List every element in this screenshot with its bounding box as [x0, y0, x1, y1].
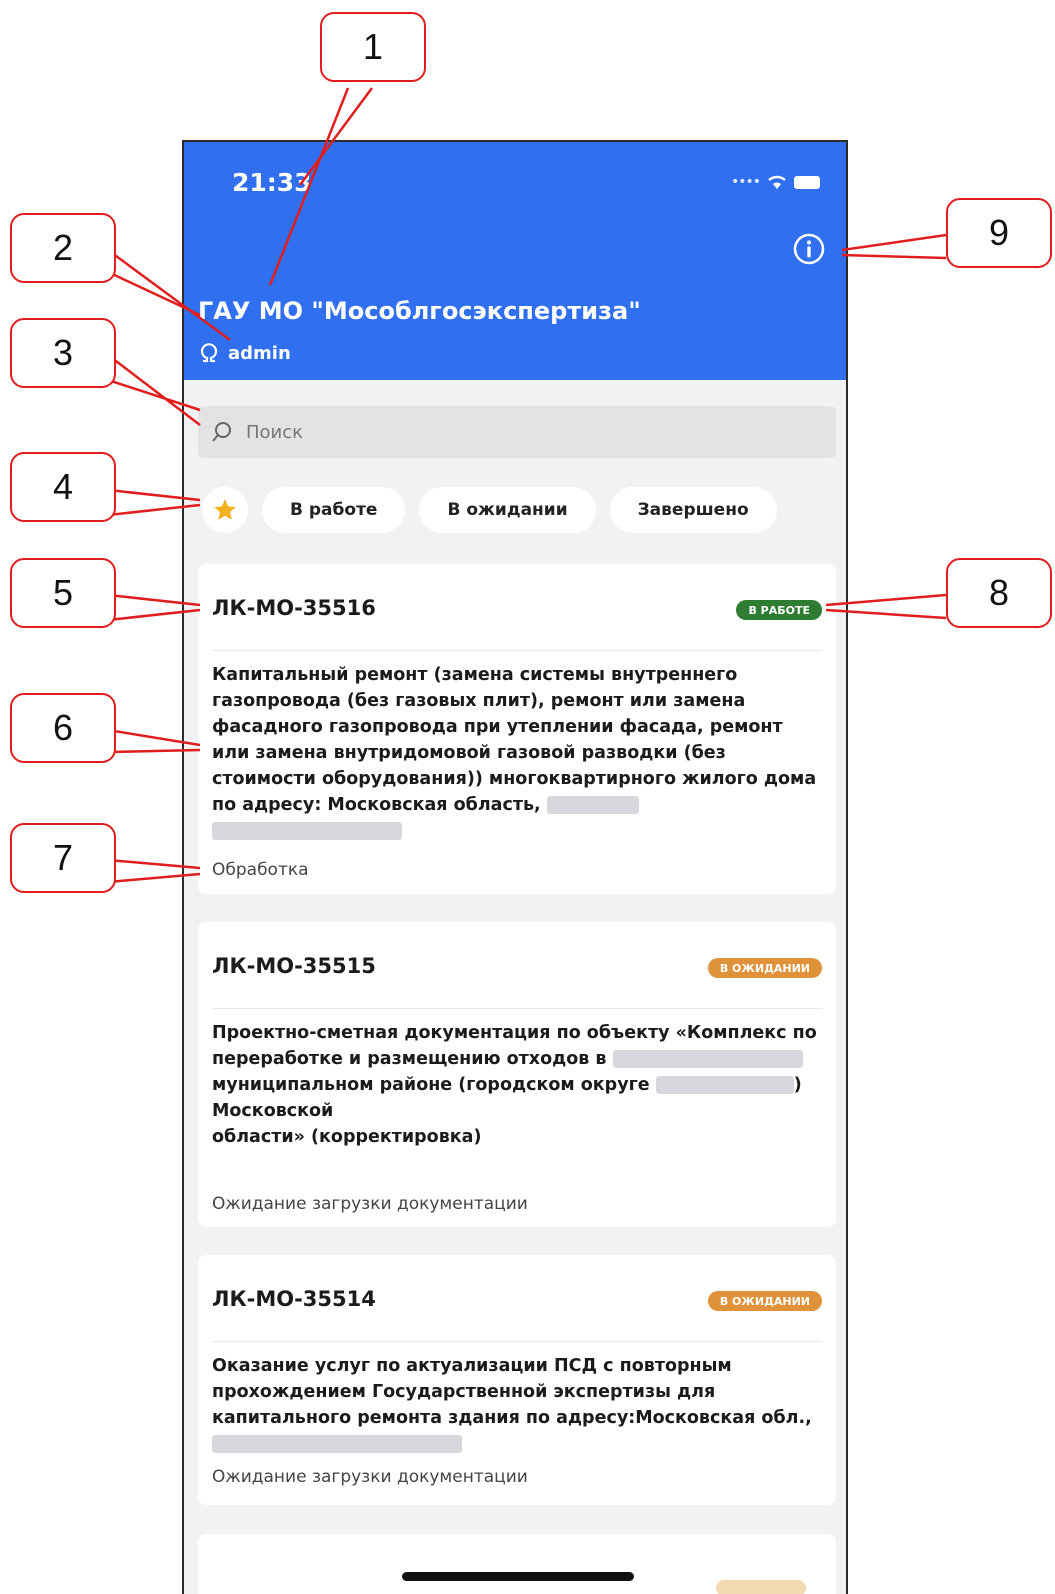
search-icon [212, 422, 231, 442]
request-state: Ожидание загрузки документации [212, 1194, 528, 1214]
filter-completed[interactable]: Завершено [609, 487, 777, 533]
request-description: Капитальный ремонт (замена системы внутр… [212, 662, 822, 844]
status-badge: В ОЖИДАНИИ [707, 958, 822, 978]
divider [212, 1008, 822, 1009]
description-text: муниципальном районе (городском округе [212, 1075, 650, 1095]
divider [212, 1341, 822, 1342]
redacted-text [546, 796, 639, 814]
callout-4: 4 [10, 452, 116, 522]
status-icons: •••• [731, 174, 820, 190]
status-badge: В РАБОТЕ [736, 600, 822, 620]
callout-8: 8 [946, 558, 1052, 628]
home-indicator[interactable] [402, 1572, 634, 1581]
request-card[interactable]: ЛК-МО-35514 В ОЖИДАНИИ Оказание услуг по… [198, 1255, 836, 1505]
battery-icon [794, 175, 820, 189]
description-text: Капитальный ремонт (замена системы внутр… [212, 665, 817, 815]
callout-3: 3 [10, 318, 116, 388]
request-state: Обработка [212, 860, 309, 880]
divider [212, 650, 822, 651]
request-card[interactable]: ЛК-МО-35516 В РАБОТЕ Капитальный ремонт … [198, 564, 836, 894]
search-input[interactable]: Поиск [198, 406, 836, 458]
callout-9: 9 [946, 198, 1052, 268]
user-icon [200, 343, 218, 363]
status-badge: В ОЖИДАНИИ [707, 1291, 822, 1311]
redacted-text [655, 1076, 794, 1094]
request-number: ЛК-МО-35516 [212, 596, 376, 620]
status-time: 21:33 [232, 168, 312, 197]
info-icon[interactable] [792, 232, 826, 266]
request-description: Проектно-сметная документация по объекту… [212, 1020, 822, 1150]
callout-6: 6 [10, 693, 116, 763]
callout-2: 2 [10, 213, 116, 283]
request-state: Ожидание загрузки документации [212, 1467, 528, 1487]
redacted-text [612, 1050, 803, 1068]
redacted-text [212, 1435, 462, 1453]
request-card[interactable]: ЛК-МО-35515 В ОЖИДАНИИ Проектно-сметная … [198, 922, 836, 1227]
callout-7: 7 [10, 823, 116, 893]
wifi-icon [768, 175, 786, 189]
request-number: ЛК-МО-35515 [212, 954, 376, 978]
phone-screen: 21:33 •••• ГАУ МО "Мособлгосэкспертиза" … [182, 140, 848, 1594]
favorites-filter[interactable] [202, 487, 248, 533]
search-placeholder: Поиск [246, 421, 304, 443]
org-title: ГАУ МО "Мособлгосэкспертиза" [198, 297, 641, 325]
callout-1: 1 [320, 12, 426, 82]
star-icon [214, 499, 236, 520]
description-text: Оказание услуг по актуализации ПСД с пов… [212, 1356, 812, 1428]
redacted-text [212, 822, 402, 840]
request-description: Оказание услуг по актуализации ПСД с пов… [212, 1353, 822, 1457]
callout-5: 5 [10, 558, 116, 628]
app-header: 21:33 •••• ГАУ МО "Мособлгосэкспертиза" … [184, 142, 846, 380]
description-text: области» (корректировка) [212, 1127, 482, 1147]
status-badge [716, 1580, 806, 1594]
filter-in-work[interactable]: В работе [262, 487, 406, 533]
filter-bar: В работе В ожидании Завершено [202, 487, 777, 533]
filter-waiting[interactable]: В ожидании [419, 487, 596, 533]
request-number: ЛК-МО-35514 [212, 1287, 376, 1311]
user-row[interactable]: admin [198, 342, 291, 364]
signal-icon: •••• [730, 174, 761, 190]
user-name: admin [228, 342, 291, 364]
